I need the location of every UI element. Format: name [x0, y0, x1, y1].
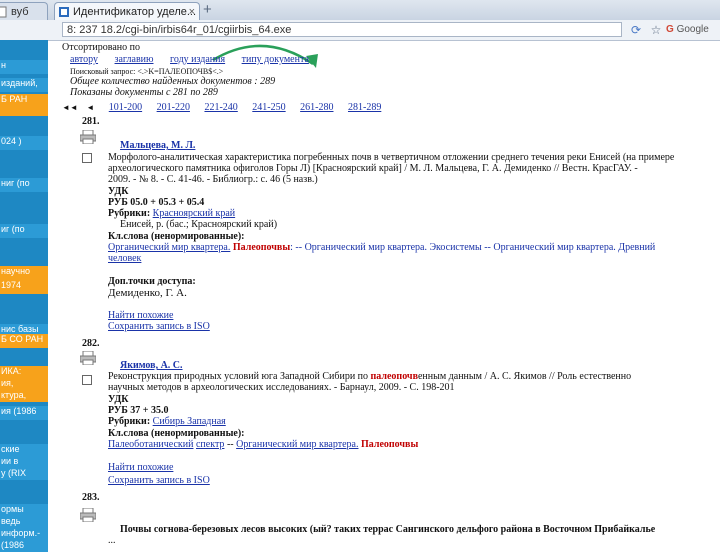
sidebar-item[interactable]: 1974: [0, 280, 48, 294]
prev-page-icon[interactable]: ◄: [86, 103, 94, 112]
record-number: 282.: [82, 338, 100, 349]
bookmark-star-icon[interactable]: ☆: [648, 22, 664, 38]
sort-by-title-link[interactable]: заглавию: [115, 54, 154, 65]
rubrics-label: Рубрики:: [108, 416, 151, 427]
new-tab-button[interactable]: +: [203, 1, 212, 18]
printer-icon[interactable]: [80, 351, 96, 365]
save-iso-link[interactable]: Сохранить запись в ISO: [108, 475, 210, 487]
sidebar-item[interactable]: ктура,: [0, 390, 48, 402]
keyword-highlight: палеопочв: [370, 371, 418, 382]
keyword-link[interactable]: Палеоботанический: [108, 439, 193, 450]
page-link[interactable]: 201-220: [157, 102, 190, 113]
sidebar-item[interactable]: ия (1986: [0, 406, 48, 420]
keyword-highlight[interactable]: Палеопочвы: [361, 439, 418, 450]
tab-previous[interactable]: вуб: [0, 2, 48, 20]
geo-rubric: Енисей, р. (бас.; Красноярский край): [120, 219, 278, 230]
sidebar-item[interactable]: у (RIX: [0, 468, 48, 480]
printer-icon[interactable]: [80, 508, 96, 522]
save-iso-link[interactable]: Сохранить запись в ISO: [108, 321, 210, 333]
sidebar-item[interactable]: информ.-: [0, 528, 48, 540]
sidebar-item[interactable]: Б РАН: [0, 94, 48, 116]
sidebar-item[interactable]: н: [0, 60, 48, 74]
page-link[interactable]: 101-200: [109, 102, 142, 113]
sidebar-item[interactable]: Б СО РАН: [0, 334, 48, 348]
tab-label: Идентификатор уделе...: [73, 6, 197, 18]
sidebar-item[interactable]: изданий,: [0, 78, 48, 92]
page-icon: [0, 6, 7, 18]
rubric-link[interactable]: Красноярский край: [153, 208, 235, 219]
record-author-link[interactable]: Мальцева, М. Л.: [120, 140, 195, 152]
google-logo-icon: G: [666, 24, 674, 35]
site-favicon-icon: [59, 7, 69, 17]
record-description: ...: [108, 535, 116, 546]
address-input[interactable]: 8: 237 18.2/cgi-bin/irbis64r_01/cgiirbis…: [62, 22, 622, 37]
page-link[interactable]: 261-280: [300, 102, 333, 113]
keyword-link[interactable]: : -- Органический мир квартера. Экосисте…: [290, 242, 655, 253]
search-engine-label: Google: [676, 24, 709, 35]
page-link[interactable]: 221-240: [204, 102, 237, 113]
tab-close-icon[interactable]: ×: [189, 3, 195, 20]
printer-icon[interactable]: [80, 130, 96, 144]
sort-label: Отсортировано по: [62, 42, 140, 53]
record-number: 281.: [82, 116, 100, 127]
sidebar-item[interactable]: 024 ): [0, 136, 48, 150]
sidebar-item[interactable]: ИКА:: [0, 366, 48, 378]
sidebar-item[interactable]: иг (по: [0, 224, 48, 238]
sidebar-item[interactable]: ии в: [0, 456, 48, 468]
search-engine-box[interactable]: G Google: [666, 22, 720, 37]
sidebar-item[interactable]: ормы: [0, 504, 48, 516]
record-checkbox[interactable]: [82, 153, 92, 163]
sort-by-author-link[interactable]: автору: [70, 54, 98, 65]
keyword-highlight[interactable]: Палеопочвы: [233, 242, 290, 253]
rubric-link[interactable]: Сибирь Западная: [153, 416, 226, 427]
reload-icon[interactable]: ⟳: [628, 22, 644, 38]
sidebar-item[interactable]: ниг (по: [0, 178, 48, 192]
keyword-link[interactable]: спектр: [196, 439, 224, 450]
keyword-link[interactable]: Органический мир квартера.: [108, 242, 230, 253]
sidebar-item[interactable]: научно: [0, 266, 48, 280]
keyword-link[interactable]: Органический мир квартера.: [236, 439, 358, 450]
record-checkbox[interactable]: [82, 375, 92, 385]
record-title: Почвы согнова-березовых лесов высоких (ы…: [120, 524, 656, 535]
extra-access-value: Демиденко, Г. А.: [108, 287, 187, 299]
rubrics-label: Рубрики:: [108, 208, 151, 219]
page-link[interactable]: 281-289: [348, 102, 381, 113]
record-number: 283.: [82, 492, 100, 503]
sidebar-item[interactable]: ские: [0, 444, 48, 456]
page-link[interactable]: 241-250: [252, 102, 285, 113]
left-sidebar: н изданий, Б РАН 024 ) ниг (по иг (по на…: [0, 40, 48, 552]
shown-range: Показаны документы с 281 по 289: [70, 87, 218, 98]
first-page-icon[interactable]: ◄◄: [62, 103, 78, 112]
keyword-link[interactable]: человек: [108, 253, 141, 265]
sort-by-year-link[interactable]: году издания: [170, 54, 225, 65]
sidebar-item[interactable]: (1986: [0, 540, 48, 552]
sidebar-item[interactable]: ведь: [0, 516, 48, 528]
sidebar-item[interactable]: ия,: [0, 378, 48, 390]
tab-active[interactable]: Идентификатор уделе... ×: [54, 2, 200, 20]
record-description: енным данным / А. С. Якимов // Роль есте…: [417, 371, 632, 382]
tab-strip: вуб Идентификатор уделе... × +: [0, 0, 720, 21]
record-description: научных методов в археологических исслед…: [108, 382, 455, 393]
tab-label: вуб: [11, 6, 29, 18]
sort-by-type-link[interactable]: типу документа: [242, 54, 309, 65]
navigation-bar: 8: 237 18.2/cgi-bin/irbis64r_01/cgiirbis…: [0, 20, 720, 41]
record-description: Реконструкция природных условий юга Запа…: [108, 371, 369, 382]
record-description: 2009. - № 8. - С. 41-46. - Библиогр.: с.…: [108, 174, 318, 185]
search-results: Отсортировано по автору заглавию году из…: [60, 40, 720, 546]
find-similar-link[interactable]: Найти похожие: [108, 462, 173, 474]
